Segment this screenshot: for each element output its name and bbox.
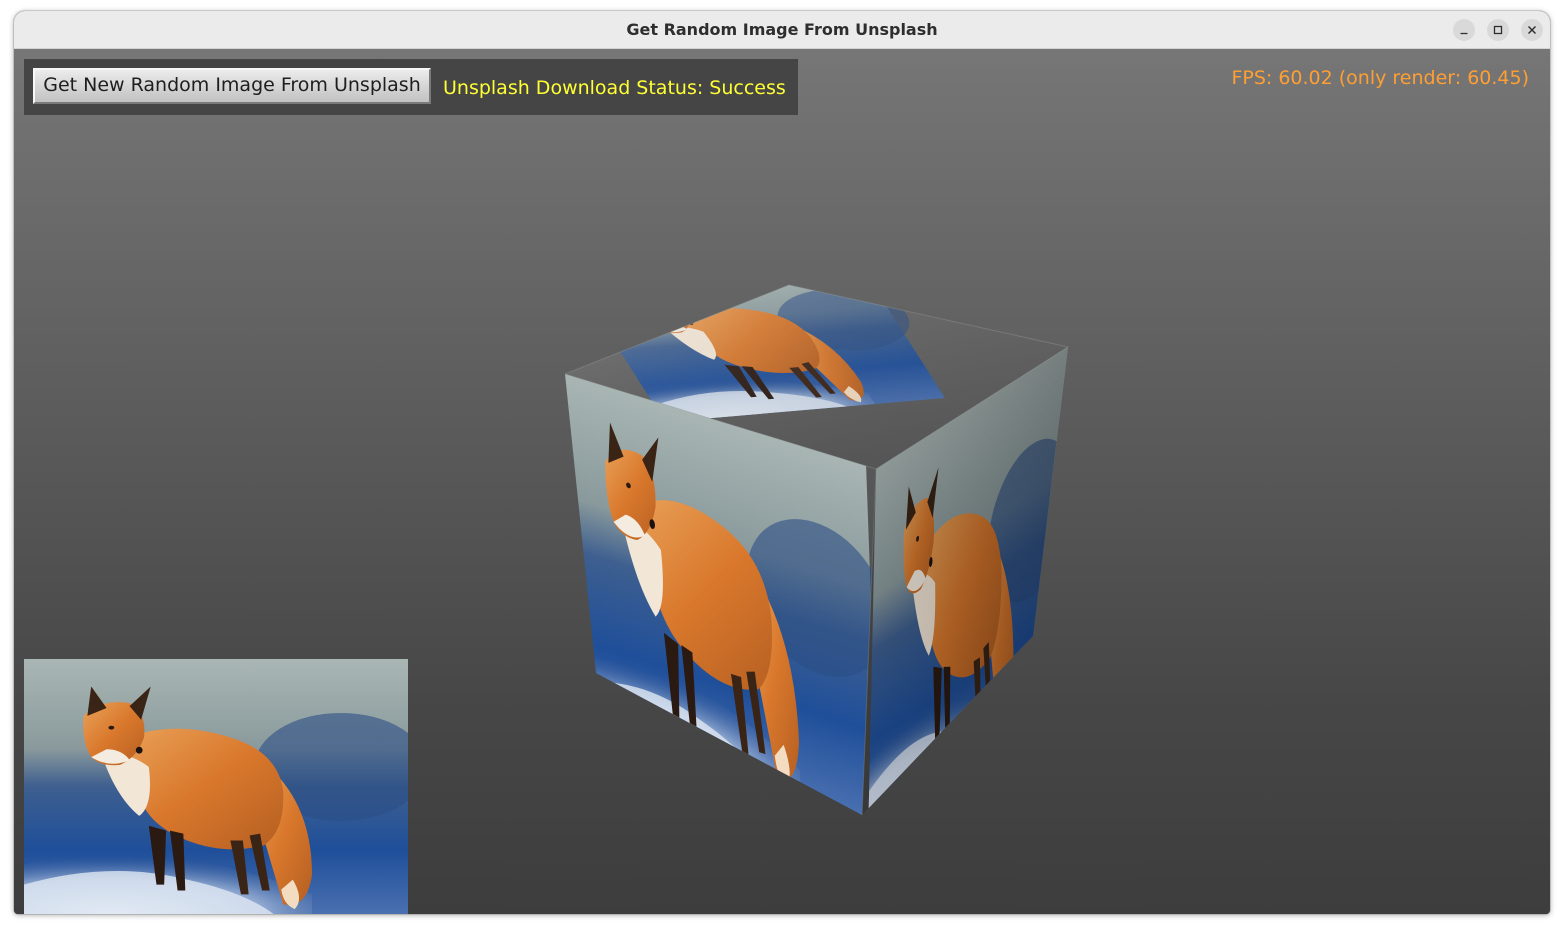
download-status-label: Unsplash Download Status: Success bbox=[443, 77, 786, 99]
fps-counter: FPS: 60.02 (only render: 60.45) bbox=[1231, 67, 1529, 89]
toolbar-panel: Get New Random Image From Unsplash Unspl… bbox=[24, 59, 798, 115]
maximize-icon bbox=[1493, 25, 1503, 35]
close-button[interactable] bbox=[1521, 19, 1543, 41]
render-viewport[interactable]: Get New Random Image From Unsplash Unspl… bbox=[14, 49, 1550, 914]
app-window: Get Random Image From Unsplash Get New R… bbox=[14, 11, 1550, 914]
maximize-button[interactable] bbox=[1487, 19, 1509, 41]
image-preview bbox=[24, 659, 408, 914]
minimize-icon bbox=[1460, 32, 1468, 35]
window-title: Get Random Image From Unsplash bbox=[626, 20, 938, 39]
minimize-button[interactable] bbox=[1453, 19, 1475, 41]
title-bar[interactable]: Get Random Image From Unsplash bbox=[14, 11, 1550, 49]
get-random-image-button[interactable]: Get New Random Image From Unsplash bbox=[33, 68, 431, 104]
close-icon bbox=[1528, 26, 1536, 34]
